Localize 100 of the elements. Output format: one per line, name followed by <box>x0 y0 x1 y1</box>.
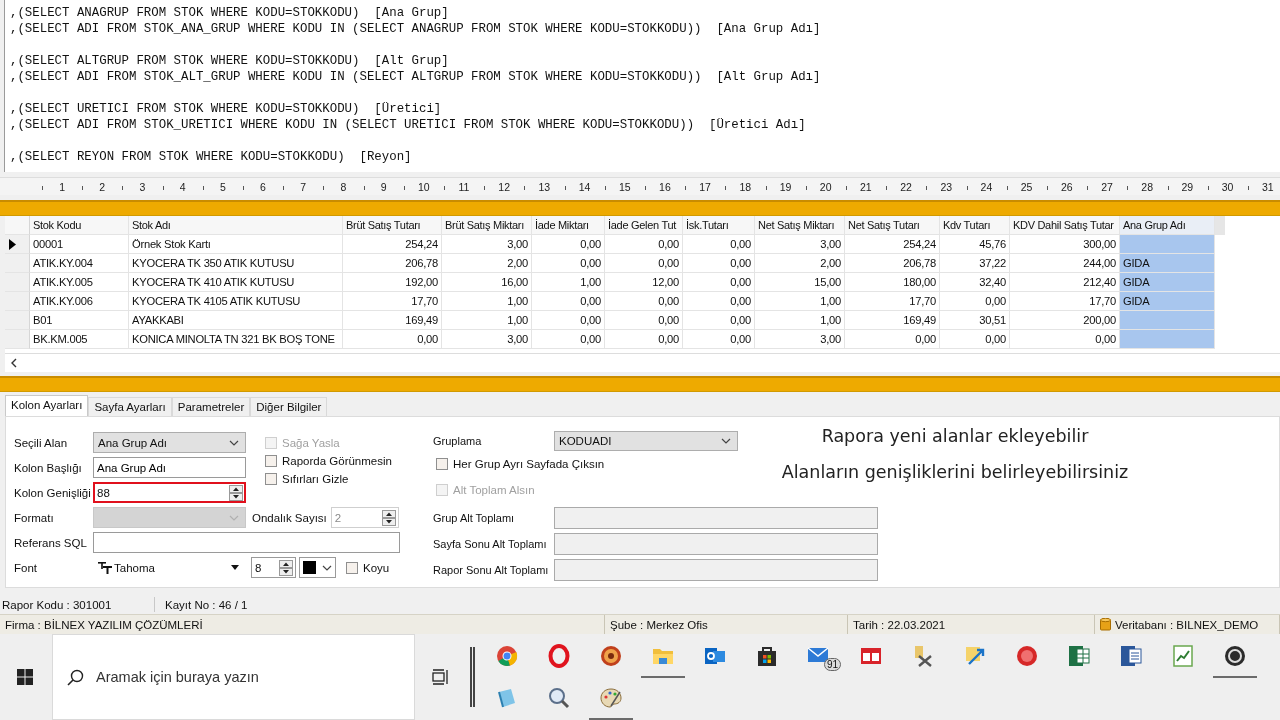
table-cell[interactable]: 0,00 <box>940 330 1010 349</box>
table-cell[interactable]: ATIK.KY.004 <box>30 254 129 273</box>
table-cell[interactable]: ATIK.KY.006 <box>30 292 129 311</box>
taskbar-app[interactable]: 91 <box>797 636 841 678</box>
number-field[interactable]: 88 <box>93 482 246 503</box>
table-cell[interactable]: BK.KM.005 <box>30 330 129 349</box>
table-cell[interactable]: 0,00 <box>683 311 755 330</box>
column-header[interactable]: Ana Grup Adı <box>1120 216 1215 235</box>
table-cell[interactable]: 0,00 <box>532 330 605 349</box>
table-cell[interactable]: 3,00 <box>755 330 845 349</box>
table-cell[interactable] <box>1120 311 1215 330</box>
table-cell[interactable]: 3,00 <box>442 330 532 349</box>
text-field[interactable] <box>93 532 400 553</box>
table-cell[interactable]: 0,00 <box>532 292 605 311</box>
table-cell[interactable]: 0,00 <box>683 235 755 254</box>
table-cell[interactable]: 1,00 <box>755 292 845 311</box>
tab[interactable]: Diğer Bilgiler <box>250 397 328 416</box>
table-cell[interactable]: 1,00 <box>442 311 532 330</box>
spin-arrows-icon[interactable] <box>279 559 293 576</box>
table-cell[interactable]: 0,00 <box>845 330 940 349</box>
table-cell[interactable]: 254,24 <box>845 235 940 254</box>
number-field[interactable]: 8 <box>251 557 296 578</box>
table-cell[interactable]: 17,70 <box>845 292 940 311</box>
table-cell[interactable]: 180,00 <box>845 273 940 292</box>
table-cell[interactable]: 2,00 <box>755 254 845 273</box>
table-cell[interactable]: 0,00 <box>532 311 605 330</box>
table-cell[interactable]: 1,00 <box>532 273 605 292</box>
table-cell[interactable]: 169,49 <box>845 311 940 330</box>
table-cell[interactable]: GIDA <box>1120 273 1215 292</box>
table-cell[interactable]: 16,00 <box>442 273 532 292</box>
spreadsheet-icon <box>1067 644 1091 668</box>
table-cell[interactable] <box>1120 330 1215 349</box>
table-cell[interactable]: 1,00 <box>442 292 532 311</box>
column-header[interactable]: Net Satış Tutarı <box>845 216 940 235</box>
table-cell[interactable]: 0,00 <box>605 330 683 349</box>
table-cell[interactable]: 0,00 <box>343 330 442 349</box>
table-cell[interactable]: 0,00 <box>683 254 755 273</box>
color-picker[interactable] <box>299 557 336 578</box>
dropdown[interactable]: KODUADI <box>554 431 738 451</box>
column-header[interactable]: Stok Kodu <box>30 216 129 235</box>
table-cell[interactable]: 2,00 <box>442 254 532 273</box>
table-cell[interactable]: AYAKKABI <box>129 311 343 330</box>
table-cell[interactable]: 0,00 <box>605 311 683 330</box>
search-field[interactable]: Aramak için buraya yazın <box>52 634 415 720</box>
tab[interactable]: Kolon Ayarları <box>5 395 89 416</box>
table-cell[interactable]: GIDA <box>1120 254 1215 273</box>
table-cell[interactable]: 0,00 <box>605 235 683 254</box>
table-cell[interactable]: 37,22 <box>940 254 1010 273</box>
tab[interactable]: Sayfa Ayarları <box>88 397 172 416</box>
table-cell[interactable]: 15,00 <box>755 273 845 292</box>
checkbox[interactable] <box>346 561 358 574</box>
table-cell[interactable]: 254,24 <box>343 235 442 254</box>
table-cell[interactable]: 0,00 <box>532 235 605 254</box>
table-cell[interactable]: KYOCERA TK 410 ATIK KUTUSU <box>129 273 343 292</box>
table-cell[interactable]: 3,00 <box>442 235 532 254</box>
table-cell[interactable]: KYOCERA TK 4105 ATIK KUTUSU <box>129 292 343 311</box>
table-cell[interactable]: 30,51 <box>940 311 1010 330</box>
spin-arrows-icon[interactable] <box>229 484 243 501</box>
ring-icon <box>547 644 571 668</box>
table-cell[interactable]: 0,00 <box>605 254 683 273</box>
column-header[interactable]: Stok Adı <box>129 216 343 235</box>
table-cell[interactable]: 45,76 <box>940 235 1010 254</box>
table-cell[interactable]: 1,00 <box>755 311 845 330</box>
table-cell[interactable] <box>1120 235 1215 254</box>
column-header[interactable]: Brüt Satış Tutarı <box>343 216 442 235</box>
checkbox[interactable] <box>265 473 277 485</box>
checkbox[interactable] <box>436 458 448 470</box>
table-cell[interactable]: 206,78 <box>343 254 442 273</box>
table-cell[interactable]: 0,00 <box>532 254 605 273</box>
table-cell[interactable]: 192,00 <box>343 273 442 292</box>
table-cell[interactable]: 0,00 <box>683 273 755 292</box>
table-cell[interactable]: Örnek Stok Kartı <box>129 235 343 254</box>
column-header[interactable]: Brüt Satış Miktarı <box>442 216 532 235</box>
table-cell[interactable]: 206,78 <box>845 254 940 273</box>
table-cell[interactable]: 32,40 <box>940 273 1010 292</box>
table-cell[interactable]: 00001 <box>30 235 129 254</box>
checkbox[interactable] <box>265 455 277 467</box>
column-header[interactable]: Kdv Tutarı <box>940 216 1010 235</box>
table-cell[interactable]: 0,00 <box>940 292 1010 311</box>
tab[interactable]: Parametreler <box>171 397 251 416</box>
table-cell[interactable]: GIDA <box>1120 292 1215 311</box>
dropdown[interactable]: Ana Grup Adı <box>93 432 246 453</box>
table-cell[interactable]: 17,70 <box>343 292 442 311</box>
table-cell[interactable]: KONICA MINOLTA TN 321 BK BOŞ TONE <box>129 330 343 349</box>
column-header[interactable]: Net Satış Miktarı <box>755 216 845 235</box>
table-cell[interactable]: 0,00 <box>605 292 683 311</box>
table-cell[interactable]: B01 <box>30 311 129 330</box>
checkbox-label: Sağa Yasla <box>282 437 340 449</box>
table-cell[interactable]: 12,00 <box>605 273 683 292</box>
column-header[interactable]: İsk.Tutarı <box>683 216 755 235</box>
table-cell[interactable]: KYOCERA TK 350 ATIK KUTUSU <box>129 254 343 273</box>
column-header[interactable]: İade Gelen Tut <box>605 216 683 235</box>
column-header[interactable]: İade Miktarı <box>532 216 605 235</box>
table-cell[interactable]: 169,49 <box>343 311 442 330</box>
table-cell[interactable]: 0,00 <box>683 292 755 311</box>
column-header[interactable]: KDV Dahil Satış Tutar <box>1010 216 1120 235</box>
table-cell[interactable]: ATIK.KY.005 <box>30 273 129 292</box>
table-cell[interactable]: 3,00 <box>755 235 845 254</box>
table-cell[interactable]: 0,00 <box>683 330 755 349</box>
text-field[interactable]: Ana Grup Adı <box>93 457 246 478</box>
